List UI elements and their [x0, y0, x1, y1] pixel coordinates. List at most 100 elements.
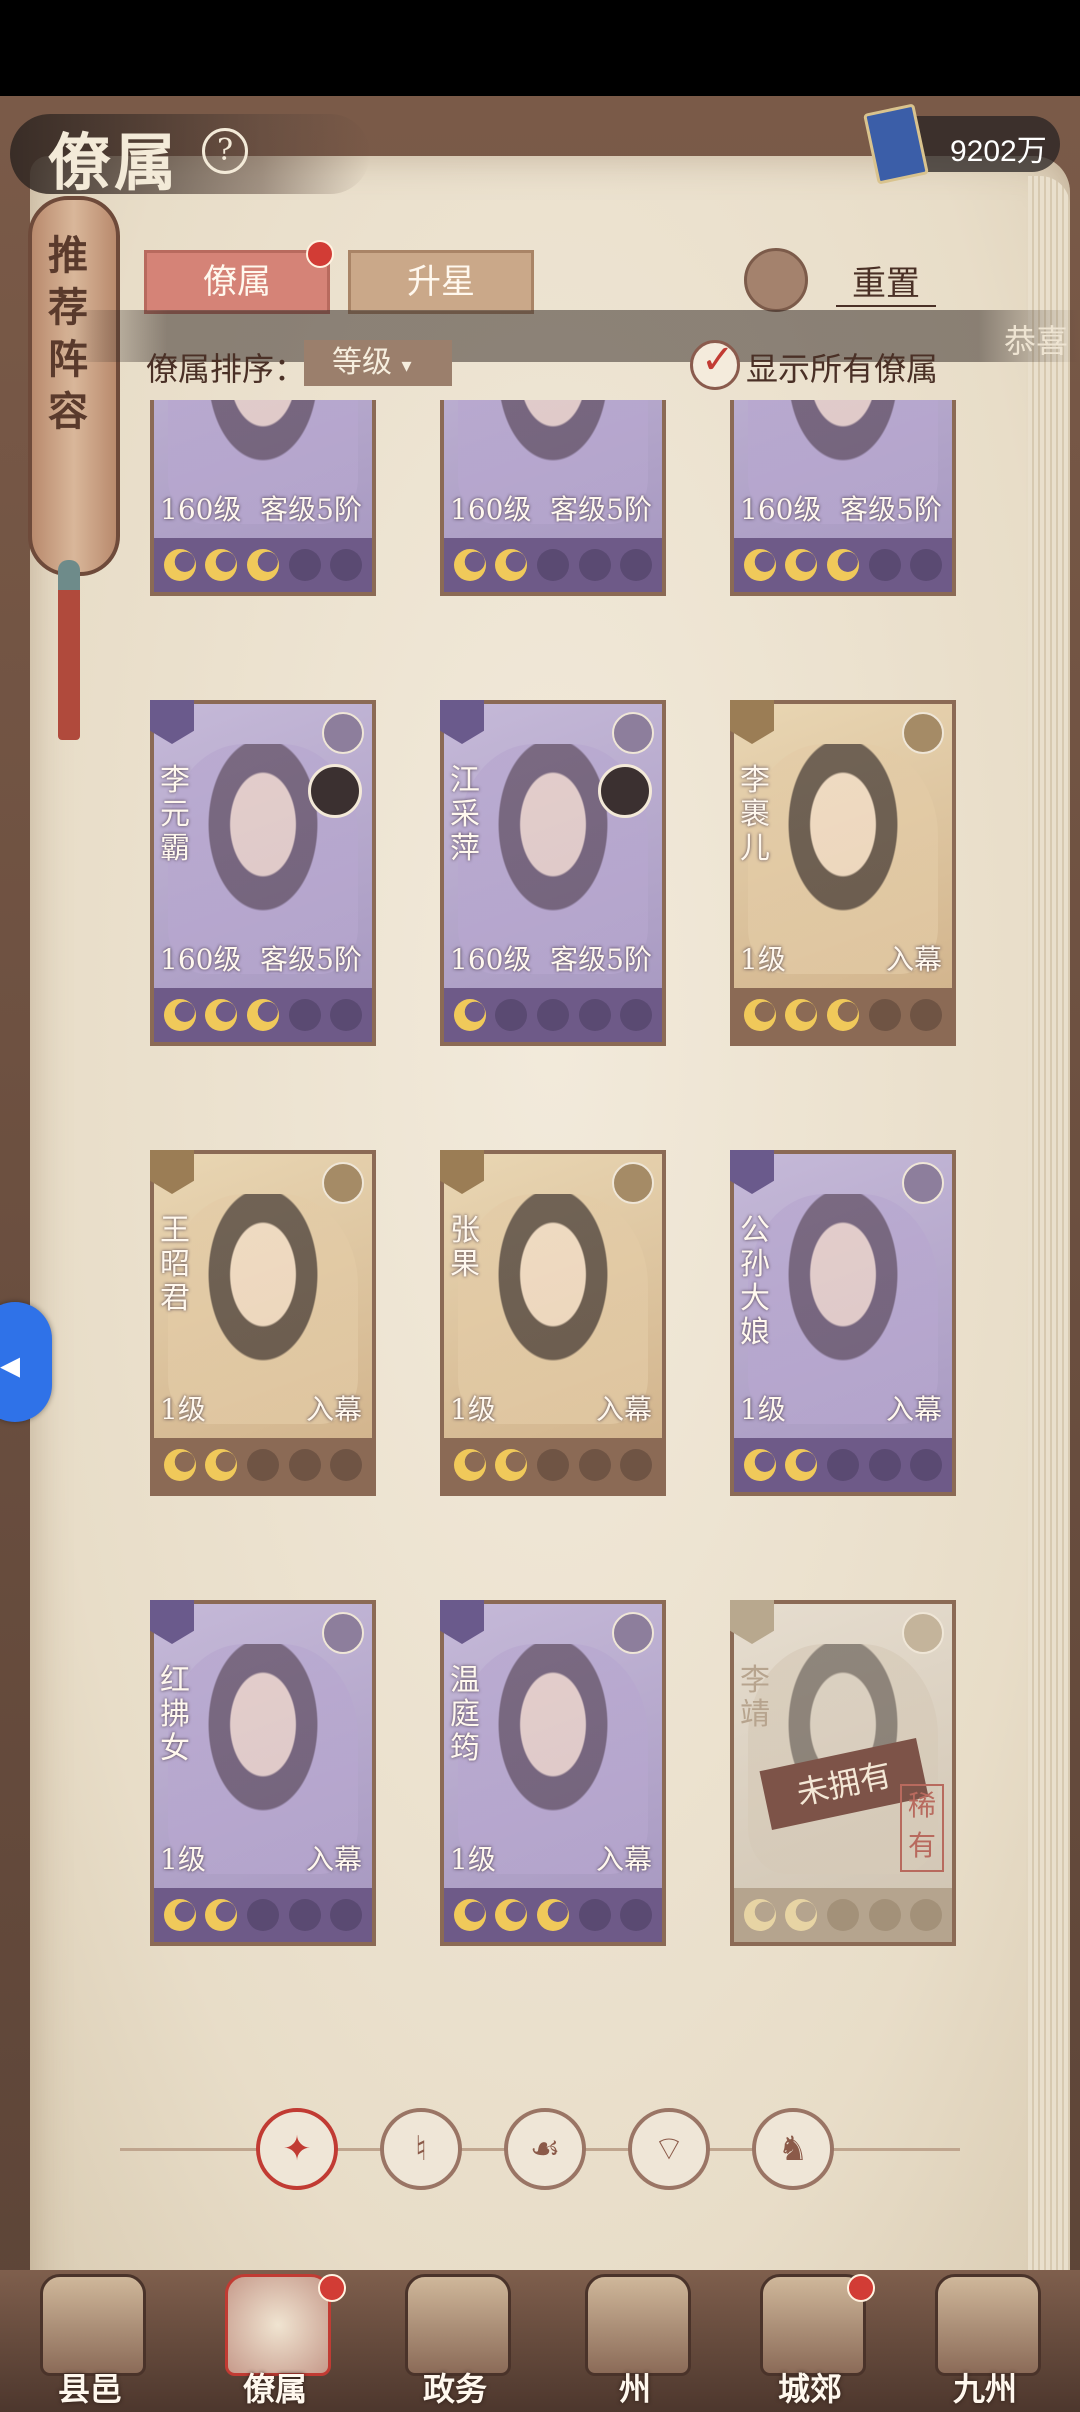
filter-all-button[interactable]: ✦ [256, 2108, 338, 2190]
retainer-card[interactable]: 160级 客级5阶 [730, 400, 956, 596]
retainer-level: 160级 [160, 493, 242, 526]
paired-avatar [308, 764, 362, 818]
sort-dropdown[interactable]: 等级 ▾ [304, 340, 452, 386]
retainer-level: 160级 [740, 493, 822, 526]
moon-star-filled-icon [205, 1899, 238, 1931]
rarity-badge: 稀有 [900, 1784, 944, 1872]
reset-button[interactable]: 重置 [740, 244, 960, 312]
filter-fan-button[interactable]: ⌔ [628, 2108, 710, 2190]
moon-star-empty-icon [910, 549, 943, 581]
retainer-rank: 入幕 [885, 1393, 942, 1426]
moon-star-filled-icon [205, 549, 238, 581]
retainer-grid[interactable]: 160级 客级5阶 160级 客级5阶 160级 客级5阶 李元霸 160级 客级5阶 江采萍 16… [120, 400, 1000, 2076]
show-all-checkbox[interactable]: ✓ [690, 337, 740, 390]
nav-prefecture-label: 州 [618, 2370, 651, 2408]
moon-star-filled-icon [163, 1449, 196, 1481]
nav-suburbs-badge [847, 2274, 875, 2302]
nav-nine-provinces[interactable]: 九州 [900, 2270, 1070, 2412]
moon-star-empty-icon [330, 1899, 363, 1931]
retainer-card[interactable]: 红拂女 1级 入幕 [150, 1600, 376, 1946]
retainers-icon [225, 2274, 331, 2376]
moon-star-filled-icon [163, 549, 196, 581]
retainer-card[interactable]: 160级 客级5阶 [440, 400, 666, 596]
nav-affairs[interactable]: 政务 [370, 2270, 540, 2412]
retainer-name: 江采萍 [450, 763, 480, 866]
prefecture-icon [585, 2274, 691, 2376]
help-icon[interactable]: ? [202, 128, 248, 174]
faction-icon [440, 700, 484, 744]
moon-star-empty-icon [868, 1449, 901, 1481]
moon-star-filled-icon [743, 1899, 776, 1931]
faction-icon [150, 700, 194, 744]
show-all-label: 显示所有僚属 [746, 350, 939, 388]
retainer-rank: 客级5阶 [260, 943, 362, 976]
faction-filter-bar: ✦ ♮ ☙ ⌔ ♞ [120, 2100, 960, 2200]
moon-star-filled-icon [246, 999, 279, 1031]
paired-avatar [598, 764, 652, 818]
moon-star-empty-icon [536, 999, 569, 1031]
nav-county[interactable]: 县邑 [5, 2270, 175, 2412]
retainer-card[interactable]: 江采萍 160级 客级5阶 [440, 700, 666, 1046]
star-rating [734, 538, 952, 592]
moon-star-filled-icon [536, 1899, 569, 1931]
faction-icon [730, 700, 774, 744]
nav-prefecture[interactable]: 州 [550, 2270, 720, 2412]
retainer-name: 温庭筠 [450, 1663, 480, 1766]
class-icon [902, 1612, 944, 1654]
retainer-level: 1级 [450, 1843, 496, 1876]
retainer-level: 160级 [450, 943, 532, 976]
retainer-card[interactable]: 李元霸 160级 客级5阶 [150, 700, 376, 1046]
filter-bell-button[interactable]: ♮ [380, 2108, 462, 2190]
moon-star-empty-icon [578, 1899, 611, 1931]
nav-nine-provinces-label: 九州 [952, 2370, 1017, 2408]
moon-star-empty-icon [620, 999, 653, 1031]
tab-star-up[interactable]: 升星 [348, 250, 534, 314]
tab-retainers-badge [306, 240, 334, 268]
moon-star-filled-icon [163, 1899, 196, 1931]
nav-suburbs[interactable]: 城郊 [725, 2270, 895, 2412]
affairs-icon [405, 2274, 511, 2376]
moon-star-empty-icon [910, 1449, 943, 1481]
retainer-card[interactable]: 王昭君 1级 入幕 [150, 1150, 376, 1496]
retainer-level: 1级 [740, 1393, 786, 1426]
star-rating [154, 1888, 372, 1942]
moon-star-filled-icon [495, 1899, 528, 1931]
faction-icon [440, 1600, 484, 1644]
nav-retainers[interactable]: 僚属 [190, 2270, 360, 2412]
floating-assist-button[interactable]: ◂ [0, 1302, 52, 1422]
moon-star-empty-icon [578, 549, 611, 581]
retainer-card[interactable]: 张果 1级 入幕 [440, 1150, 666, 1496]
moon-star-filled-icon [495, 549, 528, 581]
retainer-rank: 客级5阶 [840, 493, 942, 526]
recommended-lineup-scroll[interactable]: 推荐阵容 [28, 196, 120, 576]
filter-beast-button[interactable]: ♞ [752, 2108, 834, 2190]
tab-retainers[interactable]: 僚属 [144, 250, 330, 314]
moon-star-filled-icon [785, 549, 818, 581]
moon-star-empty-icon [330, 1449, 363, 1481]
star-rating [154, 988, 372, 1042]
retainer-card[interactable]: 李裹儿 1级 入幕 [730, 700, 956, 1046]
book-edge [1028, 176, 1070, 2316]
sort-value: 等级 [332, 345, 392, 380]
retainer-card[interactable]: 温庭筠 1级 入幕 [440, 1600, 666, 1946]
faction-icon [440, 1150, 484, 1194]
reset-icon [744, 248, 808, 312]
retainer-card[interactable]: 李靖 未拥有 稀有 [730, 1600, 956, 1946]
retainer-level: 1级 [160, 1393, 206, 1426]
moon-star-filled-icon [785, 1449, 818, 1481]
retainer-rank: 入幕 [305, 1843, 362, 1876]
nav-affairs-label: 政务 [422, 2370, 487, 2408]
retainer-name: 红拂女 [160, 1663, 190, 1766]
star-rating [734, 1888, 952, 1942]
currency-display: 9202万 [863, 103, 1060, 185]
class-icon [612, 712, 654, 754]
filter-cat-button[interactable]: ☙ [504, 2108, 586, 2190]
nav-suburbs-label: 城郊 [777, 2370, 842, 2408]
checkmark-icon: ✓ [701, 337, 735, 383]
status-bar [0, 0, 1080, 96]
retainer-name: 李裹儿 [740, 763, 770, 866]
retainer-card[interactable]: 公孙大娘 1级 入幕 [730, 1150, 956, 1496]
scroll-tassel [58, 560, 80, 740]
retainer-rank: 入幕 [885, 943, 942, 976]
retainer-card[interactable]: 160级 客级5阶 [150, 400, 376, 596]
